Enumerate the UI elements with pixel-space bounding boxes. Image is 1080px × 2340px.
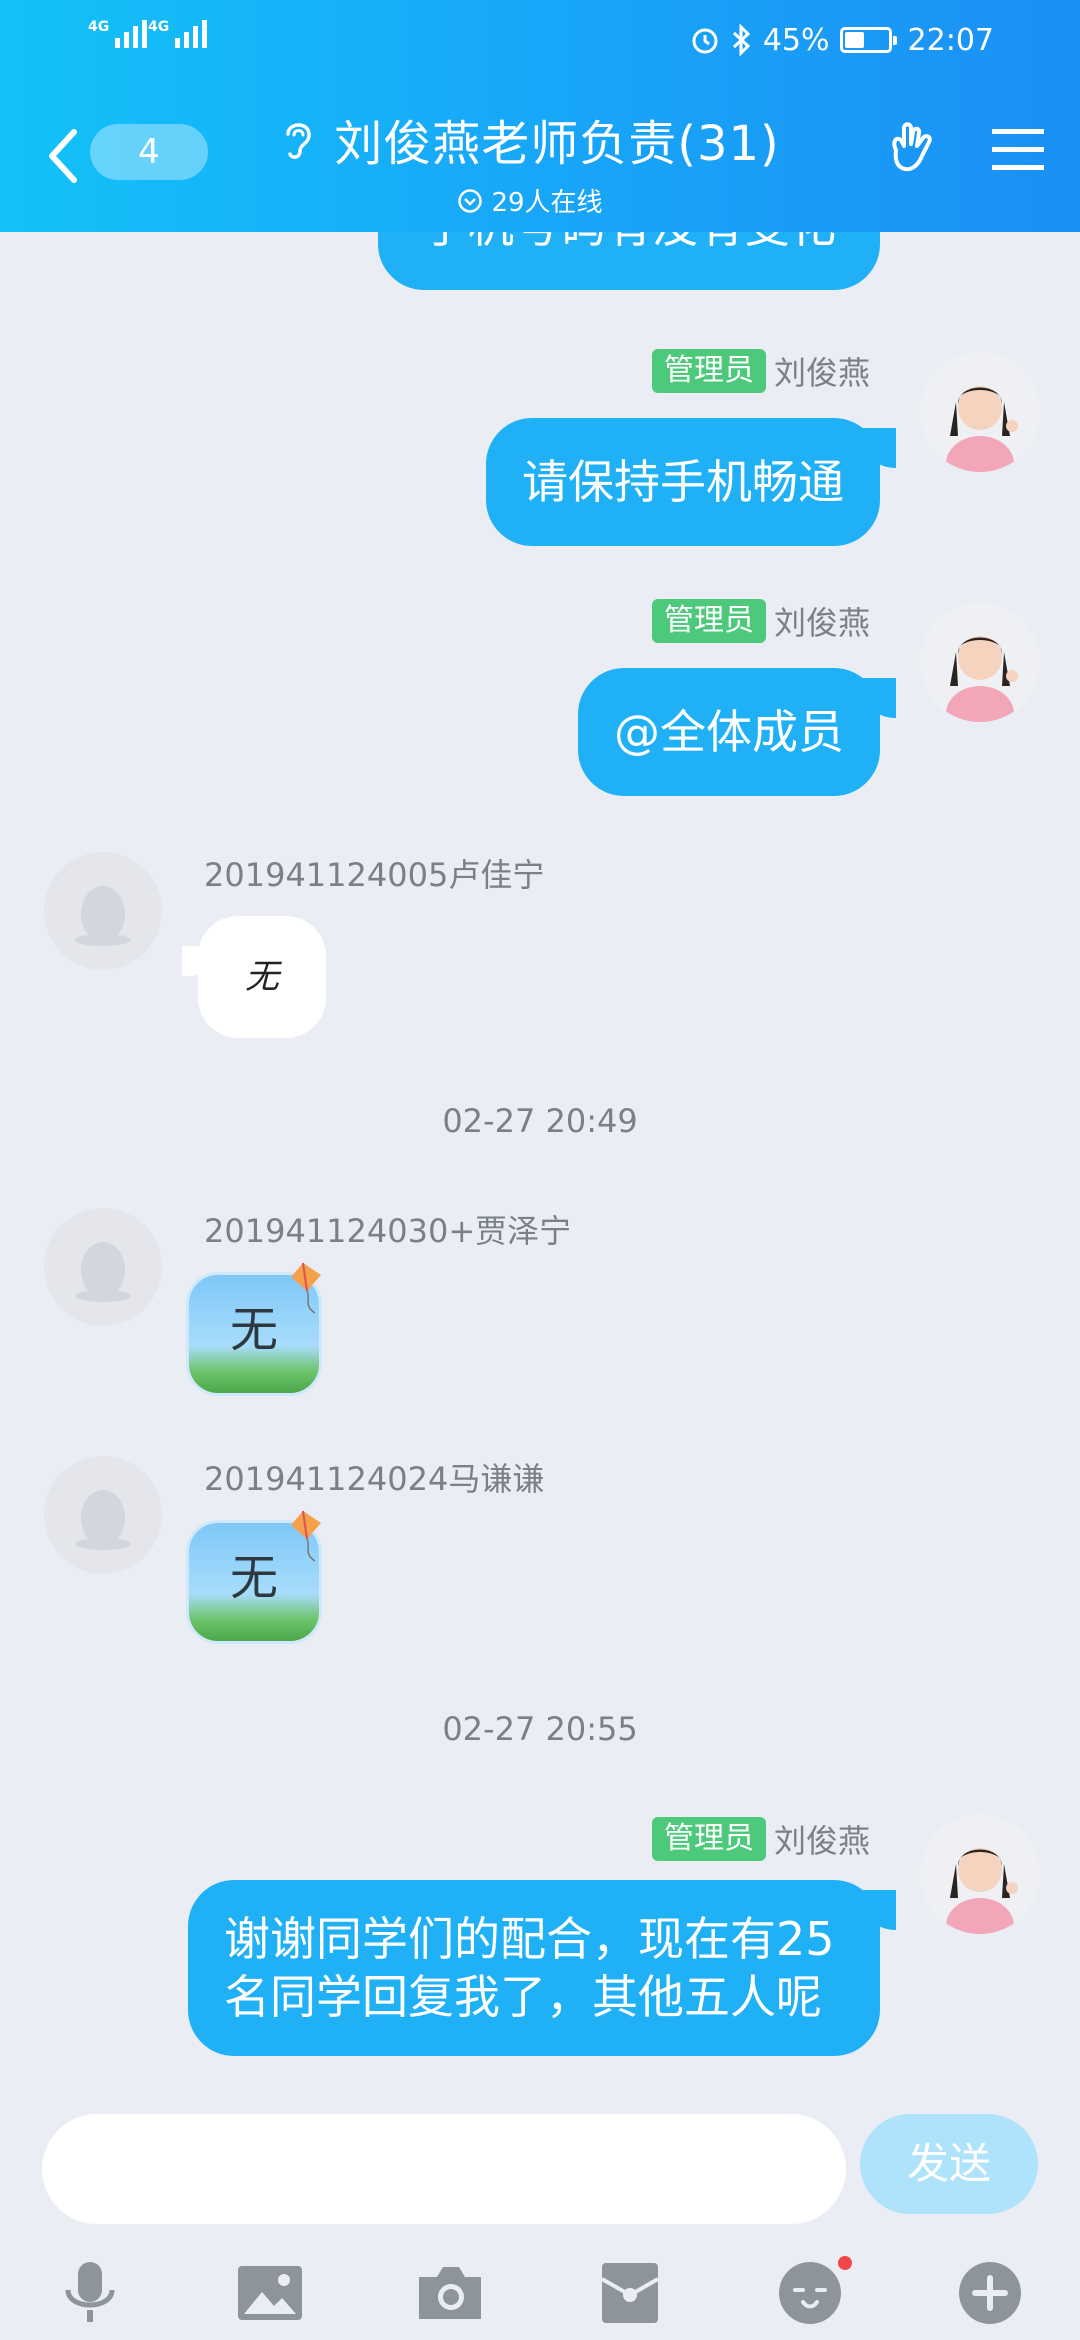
page-title: 刘俊燕老师负责(31)	[334, 116, 780, 172]
qq-penguin-icon	[75, 1242, 131, 1302]
camera-button[interactable]	[410, 2258, 490, 2328]
sender-name: 刘俊燕	[773, 604, 870, 642]
sender-name: 201941124005卢佳宁	[204, 856, 545, 894]
voice-button[interactable]	[50, 2258, 130, 2328]
emoji-icon	[779, 2262, 841, 2324]
group-title-area[interactable]: 刘俊燕老师负责(31) 29人在线	[250, 104, 810, 219]
signal-strength-icon-2: 4G	[148, 19, 208, 48]
nav-bar: 4 刘俊燕老师负责(31) 29人在线	[0, 90, 1080, 230]
chat-area[interactable]: 手机号码有没有变化 管理员 刘俊燕 请保持手机畅通 管理员 刘俊燕	[0, 232, 1080, 2084]
message-bubble[interactable]: 无	[186, 1262, 322, 1396]
message-bubble[interactable]: 无	[186, 1510, 322, 1644]
network-type-label: 4G	[88, 19, 110, 35]
signal-strength-icon-1: 4G	[88, 19, 148, 48]
timestamp: 02-27 20:49	[442, 1102, 638, 1140]
sender-info: 管理员 刘俊燕	[651, 348, 870, 394]
nav-actions	[882, 120, 1044, 180]
message-input[interactable]	[42, 2114, 846, 2224]
message-bubble[interactable]: 请保持手机畅通	[486, 418, 880, 546]
kite-icon	[291, 1510, 321, 1562]
bluetooth-icon	[732, 24, 751, 56]
emoji-button[interactable]	[770, 2256, 852, 2328]
online-count: 29人在线	[491, 188, 603, 218]
chevron-left-icon	[49, 129, 77, 183]
avatar[interactable]	[44, 1208, 162, 1326]
avatar[interactable]	[920, 352, 1040, 472]
camera-icon	[419, 2267, 481, 2319]
menu-icon[interactable]	[992, 127, 1044, 173]
sender-info: 管理员 刘俊燕	[651, 598, 870, 644]
sender-name: 201941124024马谦谦	[204, 1460, 545, 1498]
battery-percent: 45%	[762, 22, 830, 58]
message-text: 手机号码有没有变化	[422, 232, 836, 253]
message-text: 谢谢同学们的配合，现在有25名同学回复我了，其他五人呢	[224, 1912, 835, 2024]
avatar[interactable]	[920, 1814, 1040, 1934]
sender-info: 管理员 刘俊燕	[651, 1816, 870, 1862]
girl-avatar-image	[920, 602, 1040, 722]
admin-badge: 管理员	[651, 349, 766, 393]
timestamp: 02-27 20:55	[442, 1710, 638, 1748]
clock: 22:07	[907, 22, 994, 58]
message-bubble[interactable]: 谢谢同学们的配合，现在有25名同学回复我了，其他五人呢	[188, 1880, 880, 2056]
input-panel: 发送	[0, 2084, 1080, 2340]
status-right: 45% 22:07	[689, 20, 994, 60]
sender-name: 刘俊燕	[773, 354, 870, 392]
input-toolbar	[0, 2240, 1080, 2340]
image-icon	[238, 2266, 302, 2320]
avatar[interactable]	[44, 1456, 162, 1574]
notification-dot	[838, 2256, 852, 2270]
status-bar: 4G 4G 45% 22:07	[0, 0, 1080, 80]
message-bubble[interactable]: 手机号码有没有变化	[378, 232, 880, 290]
alarm-icon	[692, 28, 718, 54]
sender-name: 201941124030+贾泽宁	[204, 1212, 572, 1250]
message-text: 无	[245, 957, 279, 997]
plus-icon	[959, 2262, 1021, 2324]
message-text: 无	[229, 1302, 278, 1358]
microphone-icon	[65, 2262, 115, 2322]
avatar[interactable]	[44, 852, 162, 970]
send-button[interactable]: 发送	[860, 2114, 1038, 2214]
chevron-down-circle-icon	[458, 188, 483, 213]
message-bubble[interactable]: 无	[182, 916, 326, 1038]
online-status: 29人在线	[250, 182, 810, 219]
more-button[interactable]	[950, 2258, 1030, 2328]
message-text: 请保持手机畅通	[522, 455, 844, 509]
message-text: 无	[229, 1550, 278, 1606]
admin-badge: 管理员	[651, 1817, 766, 1861]
message-text: @全体成员	[614, 705, 844, 759]
admin-badge: 管理员	[651, 599, 766, 643]
qq-penguin-icon	[75, 886, 131, 946]
ear-icon	[286, 123, 311, 159]
battery-icon	[839, 27, 897, 53]
red-packet-icon	[601, 2263, 659, 2323]
red-packet-button[interactable]	[590, 2258, 670, 2328]
avatar[interactable]	[920, 602, 1040, 722]
unread-count-badge: 4	[90, 124, 208, 180]
hand-gesture-icon[interactable]	[882, 120, 942, 180]
girl-avatar-image	[920, 352, 1040, 472]
message-bubble[interactable]: @全体成员	[578, 668, 880, 796]
battery-fill	[844, 32, 865, 48]
qq-penguin-icon	[75, 1490, 131, 1550]
network-type-label: 4G	[148, 19, 170, 35]
girl-avatar-image	[920, 1814, 1040, 1934]
image-button[interactable]	[230, 2258, 310, 2328]
header-bar: 4G 4G 45% 22:07 4 刘俊燕老师负责(31) 29人在线	[0, 0, 1080, 232]
sender-name: 刘俊燕	[773, 1822, 870, 1860]
kite-icon	[291, 1262, 321, 1314]
back-button[interactable]: 4	[44, 120, 208, 186]
